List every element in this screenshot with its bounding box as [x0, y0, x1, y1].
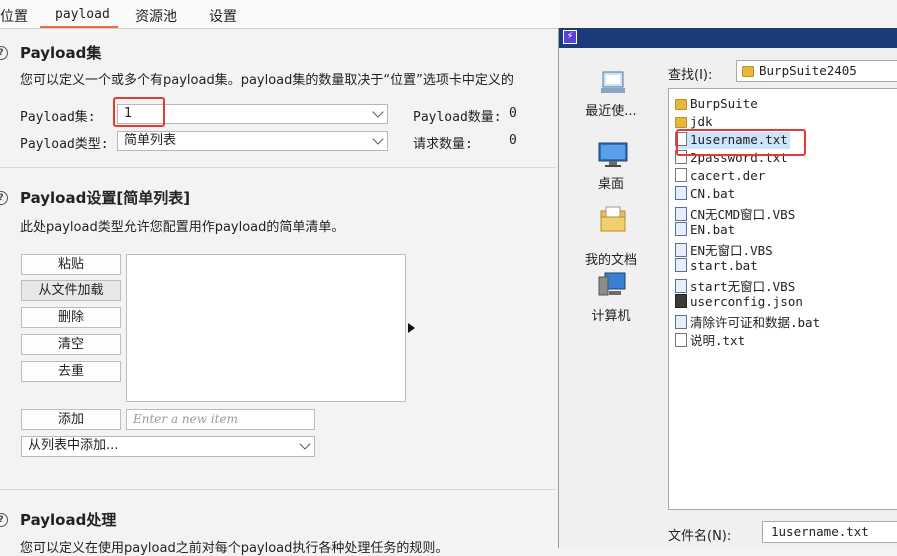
new-item-input[interactable]: Enter a new item — [126, 409, 315, 430]
section-divider — [0, 167, 556, 168]
list-item[interactable]: EN.bat — [675, 222, 735, 239]
help-icon[interactable]: ? — [0, 46, 8, 60]
list-item[interactable]: EN无窗口.VBS — [675, 240, 773, 258]
script-file-icon — [675, 207, 687, 221]
script-file-icon — [675, 279, 687, 293]
folder-icon — [742, 66, 754, 77]
chevron-down-icon — [372, 133, 384, 145]
script-file-icon — [675, 315, 687, 329]
list-item[interactable]: userconfig.json — [675, 294, 803, 311]
script-file-icon — [675, 186, 687, 200]
highlight-box — [676, 129, 806, 156]
payload-type-select[interactable]: 简单列表 — [117, 131, 388, 151]
folder-icon — [675, 99, 687, 110]
tab-positions[interactable]: 位置 — [0, 6, 28, 26]
burp-app-icon: ⚡ — [563, 30, 577, 44]
payload-settings-title: Payload设置[简单列表] — [20, 189, 191, 207]
payload-type-label: Payload类型: — [20, 137, 109, 152]
list-item[interactable]: 说明.txt — [675, 330, 745, 348]
filename-label: 文件名(N): — [668, 529, 732, 544]
payload-settings-description: 此处payload类型允许您配置用作payload的简单清单。 — [20, 220, 345, 235]
chevron-down-icon — [299, 438, 311, 450]
tab-payloads[interactable]: payload — [55, 7, 110, 22]
places-bar: 最近使... 桌面 我的文档 计算机 — [559, 49, 663, 548]
list-item[interactable]: start.bat — [675, 258, 758, 275]
place-recent[interactable]: 最近使... — [559, 69, 663, 149]
script-file-icon — [675, 222, 687, 236]
payload-count-label: Payload数量: — [413, 110, 502, 125]
file-chooser-dialog: ⚡ 查找(I): BurpSuite2405 最近使... 桌面 我的文档 计算… — [558, 28, 897, 548]
section-divider — [0, 489, 556, 490]
payload-set-label: Payload集: — [20, 110, 96, 125]
certificate-file-icon — [675, 168, 687, 182]
place-recent-label: 最近使... — [585, 104, 637, 119]
place-computer[interactable]: 计算机 — [559, 265, 663, 325]
add-button[interactable]: 添加 — [21, 409, 121, 430]
help-icon[interactable]: ? — [0, 513, 8, 527]
dialog-titlebar[interactable]: ⚡ — [559, 28, 897, 48]
place-documents[interactable]: 我的文档 — [559, 205, 663, 268]
recent-icon — [601, 71, 625, 93]
script-file-icon — [675, 243, 687, 257]
json-file-icon — [675, 294, 687, 308]
help-icon[interactable]: ? — [0, 191, 8, 205]
desktop-icon — [598, 142, 628, 167]
add-from-list-select[interactable]: 从列表中添加... — [21, 436, 315, 457]
active-tab-indicator — [40, 26, 118, 28]
payload-processing-description: 您可以定义在使用payload之前对每个payload执行各种处理任务的规则。 — [20, 541, 449, 556]
intruder-payloads-panel: ? Payload集 您可以定义一个或多个有payload集。payload集的… — [0, 29, 556, 556]
list-item[interactable]: CN.bat — [675, 186, 735, 203]
request-count-value: 0 — [509, 133, 517, 148]
payload-processing-title: Payload处理 — [20, 511, 117, 529]
tab-resource-pool[interactable]: 资源池 — [135, 6, 177, 26]
clear-button[interactable]: 清空 — [21, 334, 121, 355]
list-item[interactable]: cacert.der — [675, 168, 765, 185]
list-item[interactable]: 清除许可证和数据.bat — [675, 312, 820, 330]
place-computer-label: 计算机 — [591, 309, 631, 324]
text-file-icon — [675, 333, 687, 347]
deduplicate-button[interactable]: 去重 — [21, 361, 121, 382]
highlight-box — [113, 97, 165, 127]
documents-icon — [600, 206, 626, 232]
payload-sets-title: Payload集 — [20, 44, 102, 62]
remove-button[interactable]: 删除 — [21, 307, 121, 328]
tab-settings[interactable]: 设置 — [209, 6, 237, 26]
payload-list[interactable] — [126, 254, 406, 402]
computer-icon — [598, 272, 626, 296]
paste-button[interactable]: 粘贴 — [21, 254, 121, 275]
payload-type-value: 简单列表 — [124, 133, 177, 148]
place-desktop-label: 桌面 — [597, 177, 624, 192]
chevron-down-icon — [372, 106, 384, 118]
look-in-value: BurpSuite2405 — [759, 63, 857, 78]
list-item[interactable]: BurpSuite — [675, 96, 758, 113]
request-count-label: 请求数量: — [413, 137, 473, 152]
folder-icon — [675, 117, 687, 128]
filename-input[interactable]: 1username.txt — [762, 521, 897, 543]
payload-sets-description: 您可以定义一个或多个有payload集。payload集的数量取决于“位置”选项… — [20, 73, 514, 88]
load-from-file-button[interactable]: 从文件加载 — [21, 280, 121, 301]
script-file-icon — [675, 258, 687, 272]
tab-bar: 位置 payload 资源池 设置 — [0, 0, 560, 29]
list-item[interactable]: start无窗口.VBS — [675, 276, 795, 294]
add-from-list-label: 从列表中添加... — [28, 438, 119, 453]
expand-arrow-icon[interactable] — [408, 323, 415, 333]
list-item[interactable]: CN无CMD窗口.VBS — [675, 204, 795, 222]
place-desktop[interactable]: 桌面 — [559, 141, 663, 201]
look-in-select[interactable]: BurpSuite2405 — [736, 60, 897, 82]
payload-count-value: 0 — [509, 106, 517, 121]
look-in-label: 查找(I): — [668, 68, 713, 83]
